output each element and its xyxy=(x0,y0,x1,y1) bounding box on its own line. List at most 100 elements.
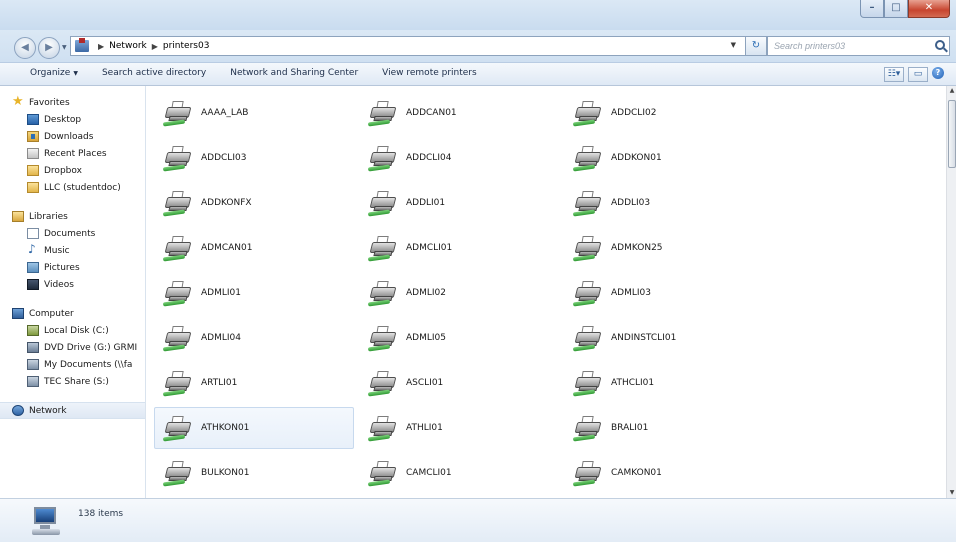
vertical-scrollbar[interactable]: ▲ ▼ xyxy=(946,86,956,498)
network-drive-icon xyxy=(27,376,39,387)
nav-my-documents-share[interactable]: My Documents (\\fa xyxy=(0,356,145,373)
printer-label: ATHKON01 xyxy=(201,423,250,433)
nav-network[interactable]: Network xyxy=(0,402,145,419)
printer-label: ADMLI04 xyxy=(201,333,241,343)
nav-libraries[interactable]: Libraries xyxy=(0,208,145,225)
printer-item[interactable]: BULKON01 xyxy=(154,452,354,494)
network-group: Network xyxy=(0,402,145,419)
nav-computer[interactable]: Computer xyxy=(0,305,145,322)
printer-item[interactable]: CAMKON01 xyxy=(564,452,764,494)
help-icon: ? xyxy=(932,67,944,79)
libraries-icon xyxy=(12,211,24,222)
minimize-button[interactable]: – xyxy=(860,0,884,18)
printer-icon xyxy=(572,413,603,443)
printer-icon xyxy=(162,233,193,263)
nav-dvd-drive[interactable]: DVD Drive (G:) GRMI xyxy=(0,339,145,356)
printer-item[interactable]: ADMLI05 xyxy=(359,317,559,359)
nav-tec-share[interactable]: TEC Share (S:) xyxy=(0,373,145,390)
breadcrumb-separator-icon[interactable]: ▶ xyxy=(152,42,158,51)
search-box[interactable] xyxy=(767,36,950,56)
printer-item[interactable]: ADMLI03 xyxy=(564,272,764,314)
printer-label: ADDLI01 xyxy=(406,198,446,208)
change-view-button[interactable]: ☷▾ xyxy=(884,67,904,82)
printer-item[interactable]: ATHLI01 xyxy=(359,407,559,449)
printer-label: AAAA_LAB xyxy=(201,108,249,118)
printer-item[interactable]: ADMKON25 xyxy=(564,227,764,269)
search-icon[interactable] xyxy=(935,40,945,50)
recent-pages-dropdown[interactable]: ▼ xyxy=(62,44,67,51)
printer-item[interactable]: ADMLI01 xyxy=(154,272,354,314)
printer-item[interactable]: ADDKONFX xyxy=(154,182,354,224)
printer-item[interactable]: ADDCLI03 xyxy=(154,137,354,179)
nav-label: Videos xyxy=(44,279,74,290)
close-button[interactable]: ✕ xyxy=(908,0,950,18)
printer-icon xyxy=(162,323,193,353)
scroll-up-icon[interactable]: ▲ xyxy=(947,86,956,96)
printer-item[interactable]: ADDCLI02 xyxy=(564,92,764,134)
nav-label: Dropbox xyxy=(44,165,82,176)
printer-item[interactable]: ADDCLI04 xyxy=(359,137,559,179)
maximize-button[interactable]: □ xyxy=(884,0,908,18)
printer-item[interactable]: ADMLI02 xyxy=(359,272,559,314)
printer-item[interactable]: ADDKON01 xyxy=(564,137,764,179)
printer-item[interactable]: ATHCLI01 xyxy=(564,362,764,404)
printer-item[interactable]: ADMCAN01 xyxy=(154,227,354,269)
scroll-thumb[interactable] xyxy=(948,100,956,168)
nav-music[interactable]: Music xyxy=(0,242,145,259)
printer-icon xyxy=(367,188,398,218)
search-input[interactable] xyxy=(768,37,928,55)
nav-pictures[interactable]: Pictures xyxy=(0,259,145,276)
network-sharing-center-button[interactable]: Network and Sharing Center xyxy=(218,62,370,86)
printer-item[interactable]: BRALI01 xyxy=(564,407,764,449)
printer-item[interactable]: ADDLI03 xyxy=(564,182,764,224)
nav-label: Pictures xyxy=(44,262,80,273)
printer-item[interactable]: ADMCLI01 xyxy=(359,227,559,269)
breadcrumb-separator-icon[interactable]: ▶ xyxy=(98,42,104,51)
nav-downloads[interactable]: Downloads xyxy=(0,128,145,145)
printer-item[interactable]: ASCLI01 xyxy=(359,362,559,404)
scroll-down-icon[interactable]: ▼ xyxy=(947,488,956,498)
computer-group: Computer Local Disk (C:) DVD Drive (G:) … xyxy=(0,305,145,390)
pictures-icon xyxy=(27,262,39,273)
printer-label: ADMLI01 xyxy=(201,288,241,298)
address-history-dropdown[interactable]: ▼ xyxy=(731,41,736,49)
item-count: 138 items xyxy=(78,509,124,519)
preview-pane-button[interactable]: ▭ xyxy=(908,67,928,82)
printer-item[interactable]: ATHKON01 xyxy=(154,407,354,449)
printer-item[interactable]: ARTLI01 xyxy=(154,362,354,404)
forward-arrow-icon: ▶ xyxy=(45,42,53,53)
help-button[interactable]: ? xyxy=(932,67,948,82)
printer-item[interactable]: ANDINSTCLI01 xyxy=(564,317,764,359)
nav-videos[interactable]: Videos xyxy=(0,276,145,293)
forward-button[interactable]: ▶ xyxy=(38,37,60,59)
printer-icon xyxy=(572,278,603,308)
refresh-button[interactable]: ↻ xyxy=(745,36,767,56)
details-pane: 138 items xyxy=(0,498,956,542)
breadcrumb-printers03[interactable]: printers03 xyxy=(163,41,210,51)
address-bar[interactable]: ▶ Network ▶ printers03 xyxy=(70,36,754,56)
printer-item[interactable]: AAAA_LAB xyxy=(154,92,354,134)
back-button[interactable]: ◀ xyxy=(14,37,36,59)
printer-item[interactable]: ADMLI04 xyxy=(154,317,354,359)
nav-dropbox[interactable]: Dropbox xyxy=(0,162,145,179)
nav-llc[interactable]: LLC (studentdoc) xyxy=(0,179,145,196)
printer-icon xyxy=(162,413,193,443)
search-active-directory-button[interactable]: Search active directory xyxy=(90,62,218,86)
printer-icon xyxy=(162,368,193,398)
nav-documents[interactable]: Documents xyxy=(0,225,145,242)
printer-item[interactable]: ADDCAN01 xyxy=(359,92,559,134)
nav-favorites[interactable]: Favorites xyxy=(0,94,145,111)
nav-desktop[interactable]: Desktop xyxy=(0,111,145,128)
printer-item[interactable]: ADDLI01 xyxy=(359,182,559,224)
view-remote-printers-button[interactable]: View remote printers xyxy=(370,62,489,86)
refresh-icon: ↻ xyxy=(751,40,761,51)
minimize-icon: – xyxy=(869,2,875,13)
organize-button[interactable]: Organize ▼ xyxy=(0,62,90,86)
printer-item[interactable]: CAMCLI01 xyxy=(359,452,559,494)
command-bar: Organize ▼ Search active directory Networ… xyxy=(0,62,956,86)
nav-label: DVD Drive (G:) GRMI xyxy=(44,342,138,353)
nav-local-disk[interactable]: Local Disk (C:) xyxy=(0,322,145,339)
breadcrumb-network[interactable]: Network xyxy=(109,41,147,51)
nav-label: Favorites xyxy=(29,97,70,108)
nav-recent-places[interactable]: Recent Places xyxy=(0,145,145,162)
